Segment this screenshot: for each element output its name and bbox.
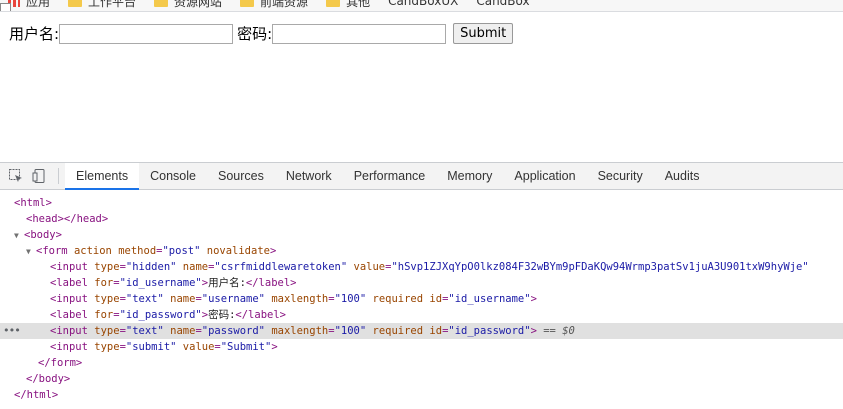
dom-node-password-label[interactable]: <label for="id_password">密码:</label> xyxy=(0,307,843,323)
dom-node-password-input[interactable]: ••• <input type="text" name="password" m… xyxy=(0,323,843,339)
bookmark-candbox[interactable]: CandBox xyxy=(0,0,530,11)
tab-performance[interactable]: Performance xyxy=(343,163,437,189)
username-input[interactable] xyxy=(59,23,234,44)
selected-node-marker: == $0 xyxy=(543,325,575,337)
folder-icon xyxy=(154,0,169,7)
tab-memory[interactable]: Memory xyxy=(436,163,503,189)
tab-application[interactable]: Application xyxy=(503,163,586,189)
dom-node-body-close[interactable]: </body> xyxy=(0,371,843,387)
dom-node-username-label[interactable]: <label for="id_username">用户名:</label> xyxy=(0,275,843,291)
more-options-icon[interactable]: ••• xyxy=(3,323,21,339)
bookmarks-bar: 应用 工作平台 资源网站 前端资源 其他 CandBoxUX CandBox xyxy=(0,0,843,12)
login-form: 用户名: 密码: Submit xyxy=(9,23,514,44)
tab-elements[interactable]: Elements xyxy=(65,163,140,190)
dom-node-submit-input[interactable]: <input type="submit" value="Submit"> xyxy=(0,339,843,355)
expand-arrow-icon[interactable]: ▼ xyxy=(14,228,24,243)
page-icon xyxy=(0,3,11,11)
expand-arrow-icon[interactable]: ▼ xyxy=(26,244,36,259)
dom-node-form-close[interactable]: </form> xyxy=(0,355,843,371)
page-viewport: 用户名: 密码: Submit xyxy=(0,12,843,162)
bookmark-folder-other[interactable]: 其他 xyxy=(326,0,370,10)
devtools-toolbar: Elements Console Sources Network Perform… xyxy=(0,163,843,190)
dom-node-html[interactable]: <html> xyxy=(0,195,843,211)
tab-sources[interactable]: Sources xyxy=(207,163,275,189)
tab-security[interactable]: Security xyxy=(587,163,654,189)
bookmark-folder-frontend[interactable]: 前端资源 xyxy=(240,0,308,10)
password-input[interactable] xyxy=(272,23,447,44)
folder-icon xyxy=(240,0,255,7)
folder-icon xyxy=(326,0,341,7)
bookmark-folder-work[interactable]: 工作平台 xyxy=(68,0,136,10)
folder-icon xyxy=(68,0,83,7)
elements-dom-tree: <html> <head></head> ▼ <body> ▼ <form acti… xyxy=(0,190,843,403)
dom-node-html-close[interactable]: </html> xyxy=(0,387,843,403)
devtools-panel: Elements Console Sources Network Perform… xyxy=(0,162,843,409)
tab-console[interactable]: Console xyxy=(139,163,207,189)
dom-node-hidden-input[interactable]: <input type="hidden" name="csrfmiddlewar… xyxy=(0,259,843,275)
username-label: 用户名: xyxy=(9,25,60,43)
password-label: 密码: xyxy=(237,25,273,43)
bookmark-apps[interactable]: 应用 xyxy=(8,0,50,10)
dom-node-head[interactable]: <head></head> xyxy=(0,211,843,227)
toolbar-divider xyxy=(58,168,59,184)
device-toolbar-icon[interactable] xyxy=(28,163,52,189)
dom-node-username-input[interactable]: <input type="text" name="username" maxle… xyxy=(0,291,843,307)
tab-audits[interactable]: Audits xyxy=(654,163,711,189)
bookmark-candboxux[interactable]: CandBoxUX xyxy=(0,0,458,11)
dom-node-form[interactable]: ▼ <form action method="post" novalidate> xyxy=(0,243,843,259)
dom-node-body[interactable]: ▼ <body> xyxy=(0,227,843,243)
bookmark-folder-resources[interactable]: 资源网站 xyxy=(154,0,222,10)
inspect-element-icon[interactable] xyxy=(4,163,28,189)
tab-network[interactable]: Network xyxy=(275,163,343,189)
submit-button[interactable]: Submit xyxy=(453,23,514,44)
